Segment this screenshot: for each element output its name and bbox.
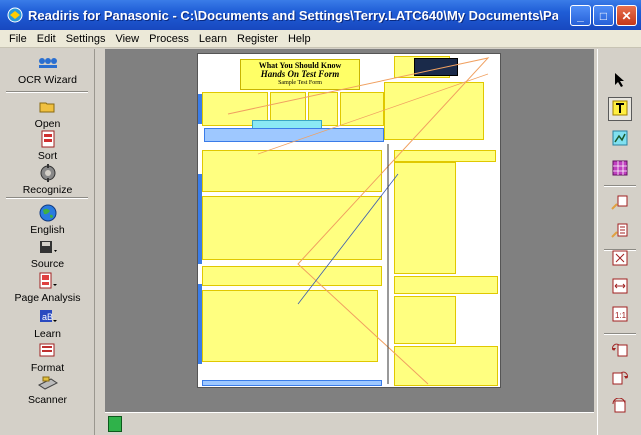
rotate-left-icon [611,342,629,361]
menu-register[interactable]: Register [232,33,283,45]
pointer-icon [613,72,627,91]
toolbar-divider [6,91,88,93]
recognize-label: Recognize [22,184,73,196]
learn-icon: aB [37,307,59,327]
actual-size-icon: 1:1 [612,306,628,325]
menu-settings[interactable]: Settings [61,33,111,45]
learn-label: Learn [34,328,61,340]
rotate-180-button[interactable] [608,395,632,419]
pointer-tool-button[interactable] [608,69,632,93]
minimize-button[interactable]: _ [570,5,591,26]
zoom-fit-button[interactable] [608,247,632,271]
scanner-label: Scanner [27,394,68,406]
source-label: Source [30,258,65,270]
ocr-wizard-button[interactable]: OCR Wizard [0,53,95,86]
menu-bar: File Edit Settings View Process Learn Re… [0,30,641,48]
svg-text:1:1: 1:1 [615,311,627,320]
rotate-left-button[interactable] [608,339,632,363]
pencil-zone-icon [611,194,629,213]
menu-process[interactable]: Process [144,33,194,45]
fit-width-button[interactable] [608,275,632,299]
maximize-button[interactable]: □ [593,5,614,26]
scanner-button[interactable]: Scanner [0,373,95,406]
title-bar: Readiris for Panasonic - C:\Documents an… [0,0,641,30]
table-zone-icon [612,160,628,179]
menu-file[interactable]: File [4,33,32,45]
edit-zone-icon [611,222,629,241]
globe-icon [37,203,59,223]
table-zone-tool-button[interactable] [608,157,632,181]
main-toolbar: OCR Wizard Open Sort Recognize English S… [0,49,95,435]
toolbar-divider [604,333,636,335]
menu-edit[interactable]: Edit [32,33,61,45]
sort-icon [37,129,59,149]
menu-help[interactable]: Help [283,33,316,45]
scanned-page[interactable]: What You Should Know Hands On Test Form … [197,53,501,388]
rotate-right-button[interactable] [608,367,632,391]
page-analysis-button[interactable]: Page Analysis [0,271,95,304]
text-zone-icon [612,100,628,119]
sort-button[interactable]: Sort [0,129,95,162]
status-bar [105,412,594,435]
format-button[interactable]: Format [0,341,95,374]
rotate-right-icon [611,370,629,389]
add-zone-button[interactable] [608,191,632,215]
toolbar-divider [604,185,636,187]
source-icon [37,237,59,257]
recognize-button[interactable]: Recognize [0,163,95,196]
ocr-wizard-label: OCR Wizard [18,74,77,86]
wizard-icon [37,53,59,73]
language-button[interactable]: English [0,203,95,236]
graphic-zone-tool-button[interactable] [608,127,632,151]
toolbar-divider [6,197,88,199]
menu-learn[interactable]: Learn [194,33,232,45]
actual-size-button[interactable]: 1:1 [608,303,632,327]
svg-text:aB: aB [42,312,53,322]
zone-toolbar: 1:1 [597,49,641,435]
readiris-app-icon[interactable] [6,6,24,24]
learn-button[interactable]: aB Learn [0,307,95,340]
page-analysis-label: Page Analysis [14,292,81,304]
edit-zone-button[interactable] [608,219,632,243]
menu-view[interactable]: View [110,33,144,45]
open-button[interactable]: Open [0,97,95,130]
sort-label: Sort [37,150,58,162]
document-canvas[interactable]: What You Should Know Hands On Test Form … [105,49,594,412]
zoom-fit-icon [612,250,628,269]
scanner-icon [37,373,59,393]
recognize-icon [37,163,59,183]
close-button[interactable]: ✕ [616,5,637,26]
rotate-180-icon [611,397,629,417]
folder-open-icon [37,97,59,117]
reading-order-lines [227,57,490,385]
text-zone-tool-button[interactable] [608,97,632,121]
page-thumbnail-icon[interactable] [108,416,122,432]
language-label: English [30,224,65,236]
source-button[interactable]: Source [0,237,95,270]
page-analysis-icon [37,271,59,291]
graphic-zone-icon [612,130,628,149]
format-icon [37,341,59,361]
fit-width-icon [612,278,628,297]
window-title: Readiris for Panasonic - C:\Documents an… [28,7,558,23]
